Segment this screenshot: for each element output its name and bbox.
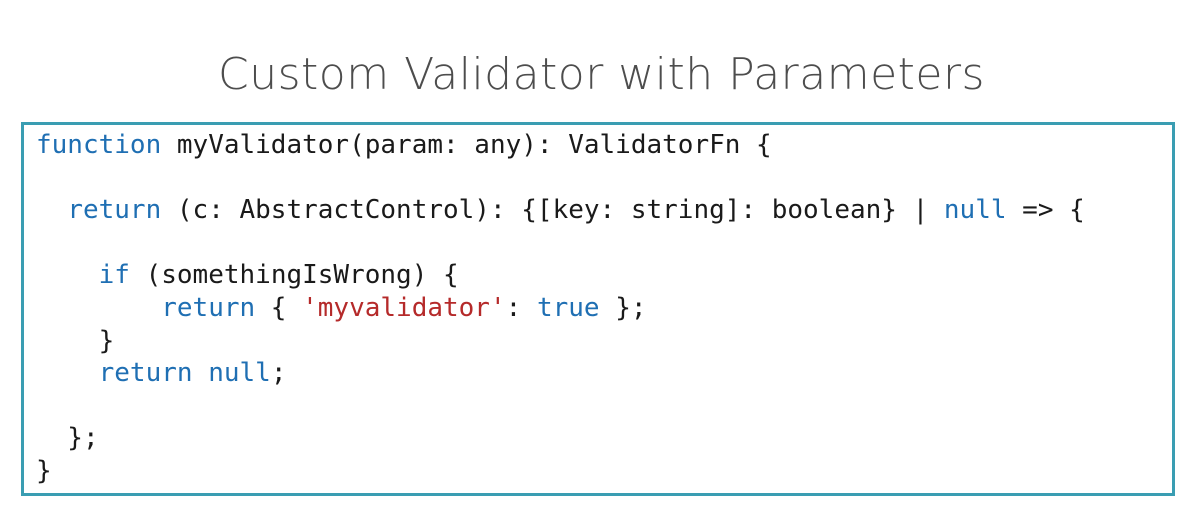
code-token: => { [1006, 195, 1085, 226]
code-token: }; [599, 292, 647, 323]
code-keyword: return [67, 195, 162, 226]
code-block: function myValidator(param: any): Valida… [21, 122, 1175, 496]
code-line: return { 'myvalidator': true }; [36, 292, 1085, 325]
code-line: } [36, 455, 1085, 488]
code-token: { [255, 292, 303, 323]
code-line: return null; [36, 357, 1085, 390]
code-token: } [36, 455, 52, 486]
code-keyword: return [98, 358, 193, 389]
code-token: : [505, 292, 537, 323]
code-keyword: return [161, 292, 256, 323]
code-keyword: function [36, 130, 162, 160]
code-line: }; [36, 422, 1085, 455]
code-token: (c: AbstractControl): {[key: string]: bo… [161, 195, 944, 226]
code-listing: function myValidator(param: any): Valida… [36, 129, 1085, 488]
code-line: if (somethingIsWrong) { [36, 259, 1085, 292]
code-token: }; [36, 423, 99, 454]
code-string: 'myvalidator' [302, 292, 506, 323]
code-token: ; [270, 358, 287, 389]
code-token: } [36, 325, 115, 356]
code-line: } [36, 325, 1085, 358]
code-token: (somethingIsWrong) { [129, 260, 459, 291]
code-line: return (c: AbstractControl): {[key: stri… [36, 194, 1085, 227]
code-token: myValidator(param: any): ValidatorFn { [161, 130, 772, 160]
code-line: function myValidator(param: any): Valida… [36, 129, 1085, 162]
code-keyword: null [208, 358, 271, 389]
slide-title: Custom Validator with Parameters [218, 49, 985, 101]
code-keyword: if [98, 260, 130, 291]
code-keyword: true [536, 292, 600, 323]
code-keyword: null [943, 195, 1007, 226]
